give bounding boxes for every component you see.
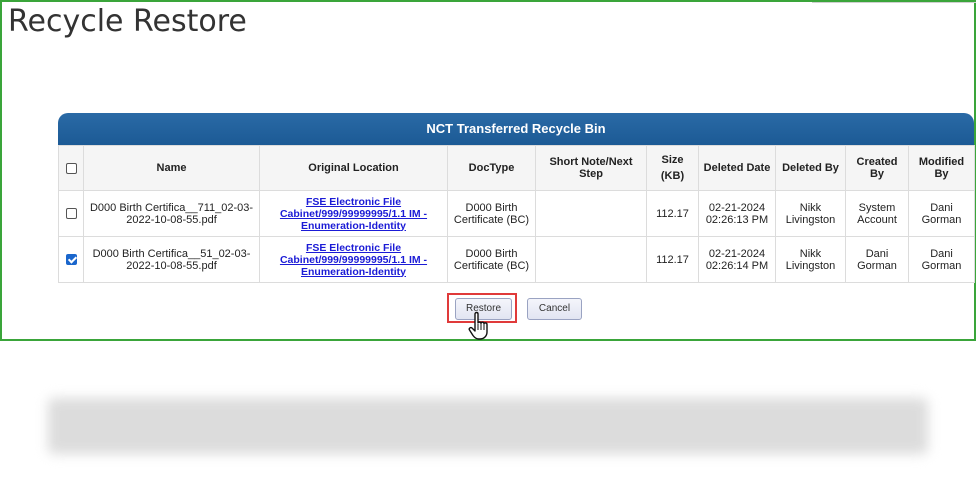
- page-title: Recycle Restore: [8, 4, 247, 39]
- deleted-date-line: 02-21-2024: [708, 201, 766, 214]
- blurred-region: [48, 398, 928, 454]
- location-line: Enumeration-Identity: [300, 219, 406, 232]
- file-name: D000 Birth Certifica__51_02-03- 2022-10-…: [83, 236, 260, 283]
- row-checkbox[interactable]: [65, 208, 77, 220]
- col-header-deleted-by[interactable]: Deleted By: [775, 145, 846, 191]
- deleted-date-cell: 02-21-2024 02:26:14 PM: [698, 236, 776, 283]
- recycle-bin-panel: NCT Transferred Recycle Bin Name Origina…: [58, 113, 975, 283]
- size-cell: 112.17: [646, 190, 699, 237]
- short-note-cell: [535, 190, 647, 237]
- col-header-size-label: Size: [661, 154, 684, 166]
- file-name-line: D000 Birth Certifica__711_02-03-: [89, 201, 254, 214]
- location-line: FSE Electronic File: [305, 241, 402, 254]
- divider: [812, 2, 976, 3]
- table-header-row: Name Original Location DocType Short Not…: [58, 145, 975, 191]
- created-by-line: Dani: [865, 247, 889, 260]
- original-location-cell: FSE Electronic File Cabinet/999/99999995…: [259, 190, 448, 237]
- deleted-by-line: Nikk: [799, 247, 822, 260]
- recycle-bin-table: Name Original Location DocType Short Not…: [58, 145, 975, 283]
- original-location-cell: FSE Electronic File Cabinet/999/99999995…: [259, 236, 448, 283]
- deleted-by-line: Livingston: [785, 213, 836, 226]
- doctype-cell: D000 Birth Certificate (BC): [447, 236, 536, 283]
- table-row: D000 Birth Certifica__711_02-03- 2022-10…: [58, 190, 975, 237]
- modified-by-line: Dani: [930, 247, 953, 260]
- short-note-cell: [535, 236, 647, 283]
- file-name: D000 Birth Certifica__711_02-03- 2022-10…: [83, 190, 260, 237]
- deleted-by-cell: Nikk Livingston: [775, 236, 846, 283]
- hand-pointer-icon: [467, 311, 493, 346]
- select-all-cell[interactable]: [58, 145, 84, 191]
- created-by-line: Gorman: [857, 259, 897, 272]
- select-all-checkbox[interactable]: [65, 162, 77, 174]
- col-header-created-by[interactable]: Created By: [845, 145, 909, 191]
- modified-by-line: Gorman: [921, 213, 962, 226]
- row-select-cell[interactable]: [58, 236, 84, 283]
- modified-by-line: Dani: [930, 201, 953, 214]
- col-header-modified-by[interactable]: Modified By: [908, 145, 975, 191]
- table-row: D000 Birth Certifica__51_02-03- 2022-10-…: [58, 236, 975, 283]
- deleted-date-cell: 02-21-2024 02:26:13 PM: [698, 190, 776, 237]
- modified-by-cell: Dani Gorman: [908, 190, 975, 237]
- col-header-original-location[interactable]: Original Location: [259, 145, 448, 191]
- original-location-link[interactable]: FSE Electronic File Cabinet/999/99999995…: [264, 242, 443, 278]
- deleted-time-line: 02:26:14 PM: [705, 259, 769, 272]
- created-by-cell: Dani Gorman: [845, 236, 909, 283]
- col-header-size-unit: (KB): [660, 170, 685, 182]
- doctype-line: D000 Birth: [465, 201, 518, 214]
- location-line: FSE Electronic File: [305, 195, 402, 208]
- col-header-size[interactable]: Size (KB): [646, 145, 699, 191]
- row-select-cell[interactable]: [58, 190, 84, 237]
- file-name-line: 2022-10-08-55.pdf: [126, 259, 217, 272]
- location-line: Enumeration-Identity: [300, 265, 406, 278]
- original-location-link[interactable]: FSE Electronic File Cabinet/999/99999995…: [264, 196, 443, 232]
- panel-title: NCT Transferred Recycle Bin: [58, 113, 974, 145]
- deleted-by-line: Nikk: [799, 201, 822, 214]
- file-name-line: 2022-10-08-55.pdf: [126, 213, 217, 226]
- deleted-by-cell: Nikk Livingston: [775, 190, 846, 237]
- deleted-by-line: Livingston: [785, 259, 836, 272]
- col-header-doctype[interactable]: DocType: [447, 145, 536, 191]
- created-by-line: System: [858, 201, 896, 214]
- deleted-date-line: 02-21-2024: [708, 247, 766, 260]
- location-line: Cabinet/999/99999995/1.1 IM -: [279, 207, 428, 220]
- doctype-line: Certificate (BC): [453, 259, 530, 272]
- deleted-time-line: 02:26:13 PM: [705, 213, 769, 226]
- cancel-button[interactable]: Cancel: [527, 298, 582, 320]
- created-by-cell: System Account: [845, 190, 909, 237]
- col-header-short-note[interactable]: Short Note/Next Step: [535, 145, 647, 191]
- row-checkbox-checked[interactable]: [65, 254, 77, 266]
- modified-by-cell: Dani Gorman: [908, 236, 975, 283]
- doctype-line: D000 Birth: [465, 247, 518, 260]
- col-header-name[interactable]: Name: [83, 145, 260, 191]
- doctype-line: Certificate (BC): [453, 213, 530, 226]
- doctype-cell: D000 Birth Certificate (BC): [447, 190, 536, 237]
- modified-by-line: Gorman: [921, 259, 962, 272]
- size-cell: 112.17: [646, 236, 699, 283]
- created-by-line: Account: [857, 213, 897, 226]
- location-line: Cabinet/999/99999995/1.1 IM -: [279, 253, 428, 266]
- col-header-deleted-date[interactable]: Deleted Date: [698, 145, 776, 191]
- file-name-line: D000 Birth Certifica__51_02-03-: [92, 247, 251, 260]
